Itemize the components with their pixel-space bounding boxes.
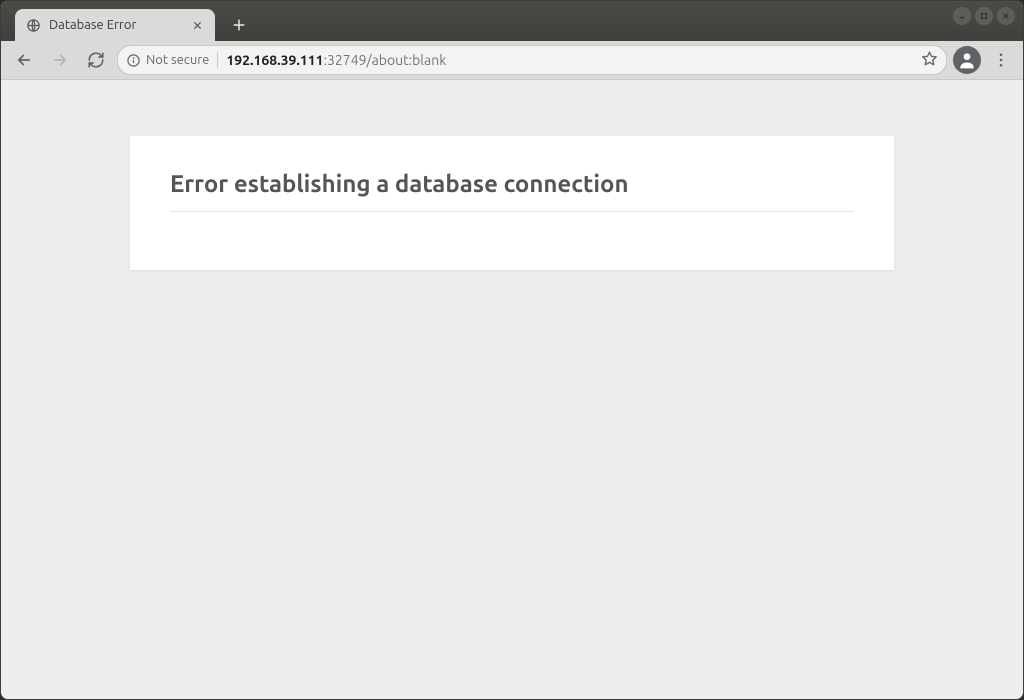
bookmark-button[interactable]: [921, 50, 938, 70]
person-icon: [957, 50, 977, 70]
url-host: 192.168.39.111: [226, 52, 323, 68]
browser-window: Database Error: [0, 0, 1024, 700]
window-controls: [953, 7, 1015, 25]
security-label: Not secure: [146, 53, 209, 67]
page-viewport: Error establishing a database connection: [1, 80, 1023, 700]
profile-button[interactable]: [953, 46, 981, 74]
globe-icon: [25, 17, 41, 33]
window-close-button[interactable]: [997, 7, 1015, 25]
window-maximize-button[interactable]: [975, 7, 993, 25]
reload-button[interactable]: [81, 45, 111, 75]
titlebar: Database Error: [1, 1, 1023, 41]
browser-tab[interactable]: Database Error: [15, 9, 215, 41]
url-path: :32749/about:blank: [324, 52, 447, 68]
browser-menu-button[interactable]: [987, 45, 1015, 75]
security-status[interactable]: Not secure: [126, 53, 209, 68]
tab-title: Database Error: [49, 18, 181, 32]
error-card: Error establishing a database connection: [130, 136, 894, 270]
info-icon: [126, 53, 141, 68]
window-minimize-button[interactable]: [953, 7, 971, 25]
close-tab-button[interactable]: [189, 17, 205, 33]
forward-button[interactable]: [45, 45, 75, 75]
new-tab-button[interactable]: [225, 11, 253, 39]
browser-toolbar: Not secure 192.168.39.111:32749/about:bl…: [1, 41, 1023, 80]
url-text: 192.168.39.111:32749/about:blank: [226, 52, 913, 68]
star-icon: [921, 50, 938, 67]
kebab-icon: [992, 51, 1010, 69]
address-bar[interactable]: Not secure 192.168.39.111:32749/about:bl…: [117, 45, 947, 75]
back-button[interactable]: [9, 45, 39, 75]
separator: [217, 52, 218, 68]
error-heading: Error establishing a database connection: [170, 170, 854, 212]
